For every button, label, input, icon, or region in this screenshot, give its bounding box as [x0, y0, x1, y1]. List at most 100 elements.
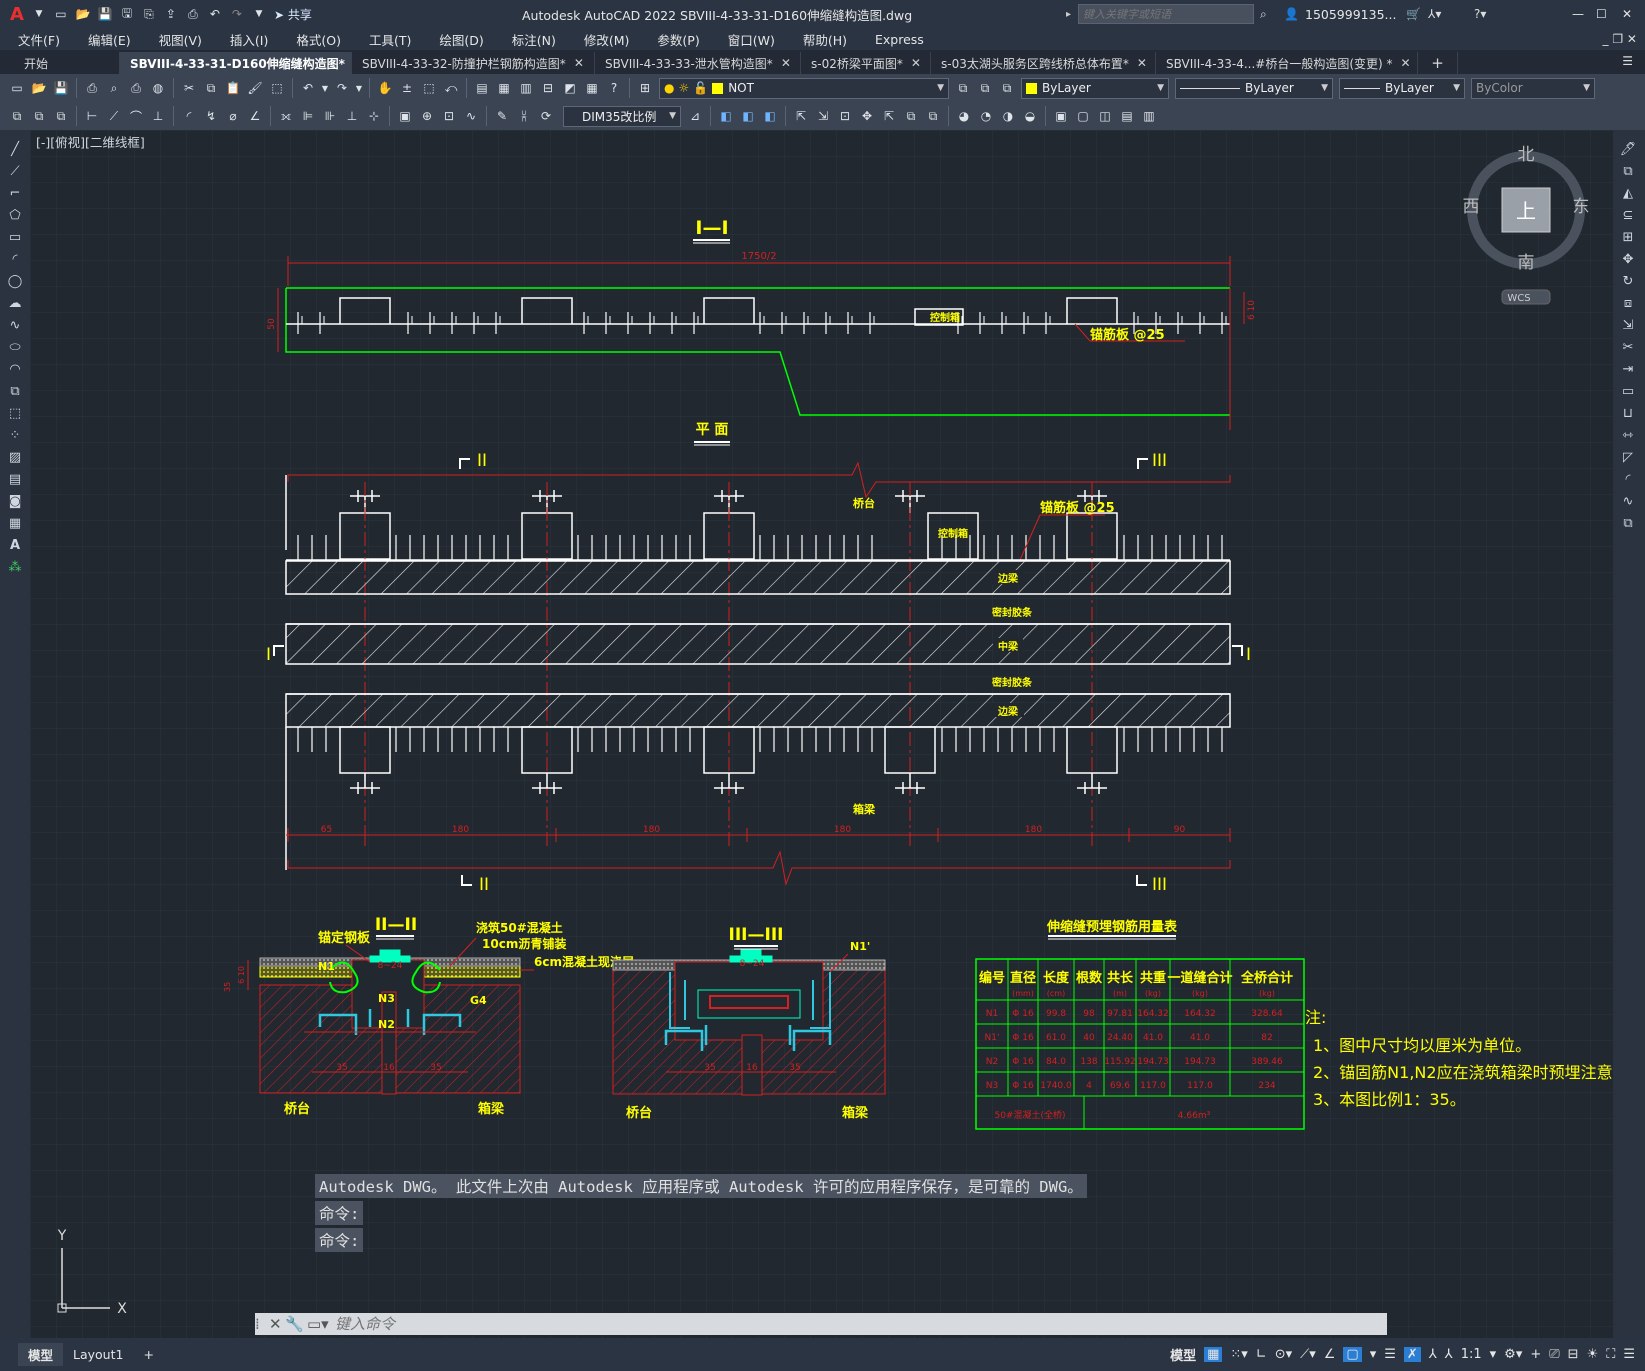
viewport-icon[interactable]: ▢ — [1073, 106, 1093, 126]
explode-icon[interactable]: ⧉ — [1613, 512, 1643, 534]
layer-prev-icon[interactable]: ⧉ — [29, 106, 49, 126]
menu-draw[interactable]: 绘图(D) — [425, 30, 497, 49]
quick-props-icon[interactable]: ⊟ — [1568, 1347, 1579, 1362]
close-icon[interactable]: ✕ — [269, 1315, 285, 1333]
region-icon[interactable]: ◙ — [0, 490, 30, 512]
arc-icon[interactable]: ◜ — [0, 248, 30, 270]
dim-jog-line-icon[interactable]: ∿ — [461, 106, 481, 126]
plot-icon[interactable]: ⎙ — [183, 4, 203, 24]
tab-service-area[interactable]: s-03太湖头服务区跨线桥总体布置* ✕ — [931, 52, 1156, 74]
ortho-icon[interactable]: ∟ — [1256, 1347, 1267, 1362]
menu-file[interactable]: 文件(F) — [4, 30, 74, 49]
viewport-icon[interactable]: ◫ — [1095, 106, 1115, 126]
object-snap-icon[interactable]: ▢ — [1343, 1347, 1362, 1362]
ucs-icon[interactable]: ⊡ — [835, 106, 855, 126]
layer-walk-icon[interactable]: ⧉ — [51, 106, 71, 126]
menu-modify[interactable]: 修改(M) — [570, 30, 644, 49]
zoom-realtime-icon[interactable]: ± — [397, 78, 417, 98]
new-tab-button[interactable]: + — [1418, 52, 1458, 74]
make-block-icon[interactable]: ⬚ — [0, 402, 30, 424]
viewport-icon[interactable]: ▣ — [1051, 106, 1071, 126]
dim-ordinate-icon[interactable]: ⊥ — [148, 106, 168, 126]
layer-current-icon[interactable]: ⧉ — [953, 78, 973, 98]
menu-format[interactable]: 格式(O) — [282, 30, 355, 49]
menu-window[interactable]: 窗口(W) — [714, 30, 789, 49]
trim-icon[interactable]: ✂ — [1613, 336, 1643, 358]
model-space-button[interactable]: 模型 — [1170, 1345, 1196, 1364]
dim-text-edit-icon[interactable]: ⩈ — [514, 106, 534, 126]
markup-icon[interactable]: ◩ — [560, 78, 580, 98]
open-icon[interactable]: 📂 — [73, 4, 93, 24]
break-point-icon[interactable]: ▭ — [1613, 380, 1643, 402]
render-icon[interactable]: ◔ — [976, 106, 996, 126]
dim-update-icon[interactable]: ⟳ — [536, 106, 556, 126]
linetype-dropdown[interactable]: ByLayer ▼ — [1175, 77, 1333, 99]
command-grip-icon[interactable]: ⁞ — [255, 1315, 269, 1333]
close-tab-icon[interactable]: ✕ — [911, 56, 921, 70]
menu-insert[interactable]: 插入(I) — [216, 30, 282, 49]
compass-west[interactable]: 西 — [1463, 197, 1480, 217]
render-icon[interactable]: ◕ — [954, 106, 974, 126]
new-icon[interactable]: ▭ — [51, 4, 71, 24]
offset-icon[interactable]: ⊆ — [1613, 204, 1643, 226]
publish-icon[interactable]: ⎙ — [126, 78, 146, 98]
properties-icon[interactable]: ▤ — [472, 78, 492, 98]
compass-south[interactable]: 南 — [1518, 253, 1535, 273]
close-tab-icon[interactable]: ✕ — [1401, 56, 1411, 70]
user-icon[interactable]: 👤 — [1284, 7, 1299, 21]
dim-diameter-icon[interactable]: ⌀ — [223, 106, 243, 126]
chamfer-icon[interactable]: ◸ — [1613, 446, 1643, 468]
undo-icon[interactable]: ↶ — [298, 78, 318, 98]
saveas-icon[interactable]: 🖫 — [117, 4, 137, 24]
share-button[interactable]: ➤ 共享 — [274, 6, 312, 23]
stretch-icon[interactable]: ⇲ — [1613, 314, 1643, 336]
search-input[interactable] — [1078, 4, 1254, 24]
view-icon[interactable]: ◧ — [760, 106, 780, 126]
plus-icon[interactable]: + — [1530, 1347, 1541, 1362]
dim-space-icon[interactable]: ⊥ — [342, 106, 362, 126]
color-dropdown[interactable]: ByLayer ▼ — [1021, 77, 1169, 99]
dimstyle-dropdown[interactable]: DIM35改比例 ▼ — [563, 105, 681, 127]
tab-d160[interactable]: SBVIII-4-33-31-D160伸缩缝构造图*✕ — [120, 52, 352, 74]
osnap-dropdown-icon[interactable]: ▾ — [1370, 1347, 1377, 1362]
menu-parametric[interactable]: 参数(P) — [643, 30, 713, 49]
fillet-icon[interactable]: ◜ — [1613, 468, 1643, 490]
insert-block-icon[interactable]: ⧉ — [0, 380, 30, 402]
designcenter-icon[interactable]: ▦ — [494, 78, 514, 98]
view-icon[interactable]: ◧ — [716, 106, 736, 126]
isolate-icon[interactable]: ☀ — [1587, 1347, 1599, 1362]
maximize-icon[interactable]: ☐ — [1596, 7, 1607, 21]
add-selected-icon[interactable]: ⁂ — [0, 556, 30, 578]
circle-icon[interactable]: ◯ — [0, 270, 30, 292]
tab-bridge-plan[interactable]: s-02桥梁平面图* ✕ — [801, 52, 931, 74]
hatch-icon[interactable]: ▨ — [0, 446, 30, 468]
construction-line-icon[interactable]: ⟋ — [0, 160, 30, 182]
customize-icon[interactable]: ☰ — [1623, 1347, 1635, 1362]
cart-icon[interactable]: 🛒 — [1406, 7, 1421, 21]
web-icon[interactable]: ⎘ — [139, 4, 159, 24]
zoom-previous-icon[interactable]: ⤺ — [441, 78, 461, 98]
polygon-icon[interactable]: ⬠ — [0, 204, 30, 226]
close-tab-icon[interactable]: ✕ — [781, 56, 791, 70]
layer-previous-icon[interactable]: ⧉ — [975, 78, 995, 98]
calculator-icon[interactable]: ▦ — [582, 78, 602, 98]
layer-dropdown[interactable]: ● ☼ 🔓 NOT ▼ — [659, 77, 949, 99]
menu-edit[interactable]: 编辑(E) — [74, 30, 145, 49]
compass-north[interactable]: 北 — [1518, 145, 1535, 165]
save-icon[interactable]: 💾 — [95, 4, 115, 24]
tab-drainpipe[interactable]: SBVIII-4-33-33-泄水管构造图* ✕ — [595, 52, 801, 74]
dim-angular-icon[interactable]: ∠ — [245, 106, 265, 126]
command-line[interactable]: ⁞ ✕ 🔧 ▭▾ — [255, 1313, 1387, 1335]
pan-icon[interactable]: ✋ — [375, 78, 395, 98]
scale-icon[interactable]: ⧈ — [1613, 292, 1643, 314]
center-mark-icon[interactable]: ⊕ — [417, 106, 437, 126]
compass-east[interactable]: 东 — [1573, 197, 1590, 217]
wcs-label[interactable]: WCS — [1507, 293, 1530, 304]
join-icon[interactable]: ⇿ — [1613, 424, 1643, 446]
viewport-label[interactable]: [-][俯视][二维线框] — [36, 135, 145, 150]
close-tab-icon[interactable]: ✕ — [1137, 56, 1147, 70]
auto-scale-icon[interactable]: ⅄ — [1445, 1347, 1453, 1362]
polar-icon[interactable]: ⊙▾ — [1275, 1347, 1292, 1362]
tabs-overflow-icon[interactable]: ☰ — [1622, 54, 1633, 68]
tab-layout1[interactable]: Layout1 — [63, 1345, 133, 1364]
